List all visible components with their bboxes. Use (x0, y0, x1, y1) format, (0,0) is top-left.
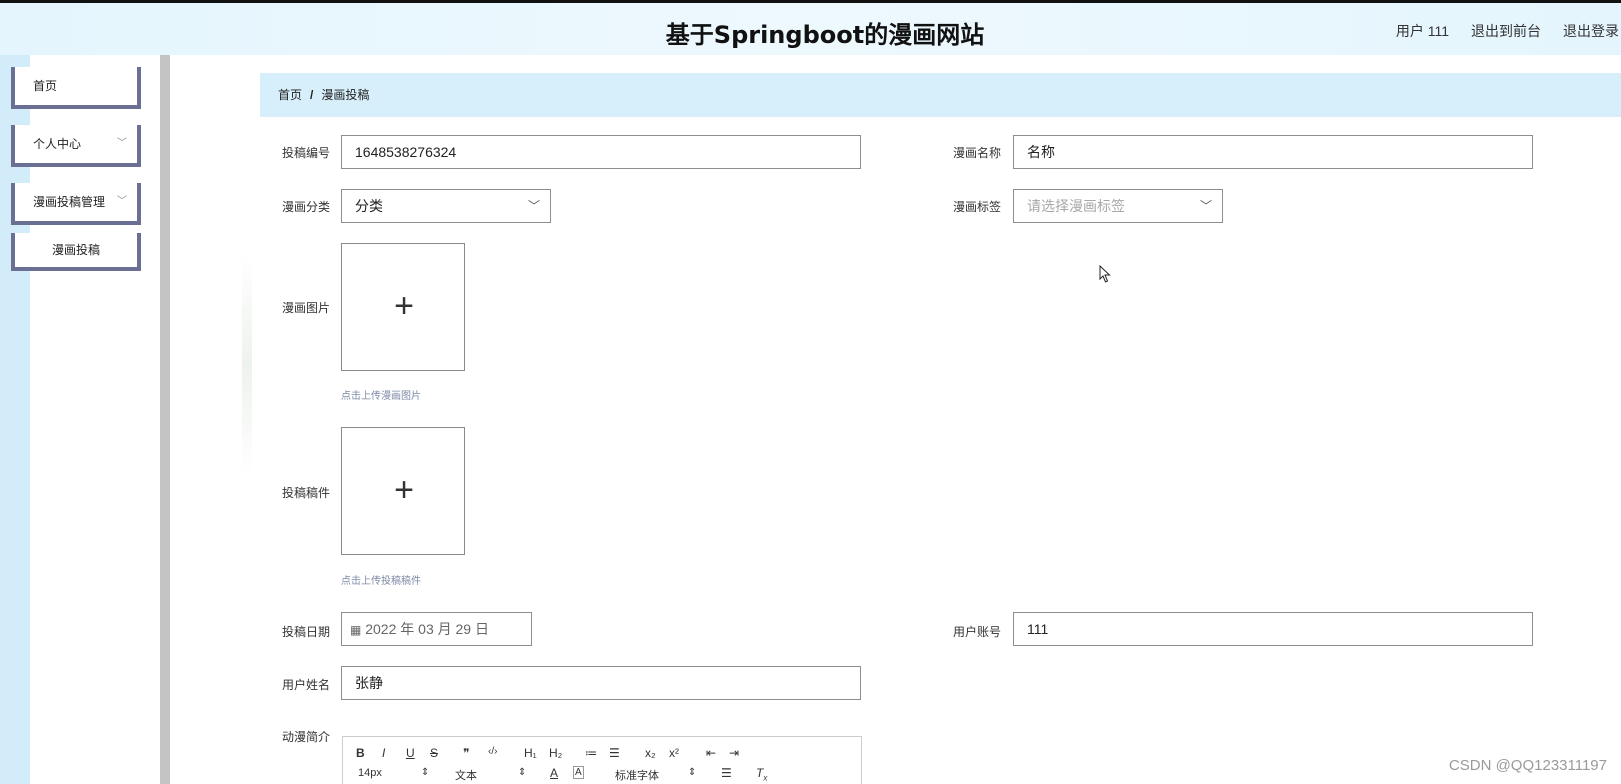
chevron-updown-icon: ⇕ (518, 767, 527, 778)
submission-no-label: 投稿编号 (281, 146, 330, 160)
content-gutter (170, 55, 252, 784)
bullet-list-button[interactable]: ☰ (609, 746, 620, 760)
sidebar-item-label: 首页 (33, 79, 58, 93)
current-user: 用户 111 (1395, 23, 1449, 39)
account-label: 用户账号 (952, 625, 1001, 639)
category-select[interactable]: 分类 ﹀ (341, 189, 551, 223)
ordered-list-button[interactable]: ≔ (585, 746, 597, 760)
tags-select[interactable]: 请选择漫画标签 ﹀ (1013, 189, 1223, 223)
submission-no-input[interactable]: 1648538276324 (341, 135, 861, 169)
font-family-select[interactable]: 标准字体 (615, 767, 659, 783)
gutter-decoration (242, 255, 252, 475)
category-value: 分类 (355, 198, 383, 214)
exit-to-front-link[interactable]: 退出到前台 (1471, 21, 1541, 41)
chevron-down-icon: ﹀ (117, 138, 127, 149)
name-input[interactable]: 张静 (341, 666, 861, 700)
plus-icon: + (394, 287, 414, 325)
comic-name-input[interactable]: 名称 (1013, 135, 1533, 169)
sidebar-item-submission-manage[interactable]: 漫画投稿管理 ﹀ (11, 183, 141, 225)
manuscript-upload-hint: 点击上传投稿稿件 (341, 576, 421, 587)
breadcrumb-home[interactable]: 首页 (278, 88, 302, 102)
name-label: 用户姓名 (281, 678, 330, 692)
sidebar: 首页 个人中心 ﹀ 漫画投稿管理 ﹀ 漫画投稿 (0, 55, 160, 784)
account-input[interactable]: 111 (1013, 612, 1533, 646)
calendar-icon: ▦ (350, 623, 362, 637)
breadcrumb: 首页 / 漫画投稿 (260, 73, 1621, 117)
sidebar-item-home[interactable]: 首页 (11, 67, 141, 109)
block-format-select[interactable]: 文本 (455, 767, 477, 783)
tags-label: 漫画标签 (952, 200, 1001, 214)
tags-placeholder: 请选择漫画标签 (1027, 198, 1125, 214)
h2-button[interactable]: H₂ (549, 746, 562, 760)
sidebar-item-label: 漫画投稿 (51, 243, 100, 257)
intro-label: 动漫简介 (281, 730, 330, 744)
date-picker[interactable]: ▦ 2022 年 03 月 29 日 (341, 612, 532, 646)
align-icon[interactable]: ☰ (721, 766, 732, 780)
watermark: CSDN @QQ123311197 (1448, 757, 1607, 774)
sidebar-item-personal-center[interactable]: 个人中心 ﹀ (11, 125, 141, 167)
code-button[interactable]: ‹/› (488, 746, 497, 757)
mouse-cursor-icon (1099, 265, 1111, 283)
image-upload-hint: 点击上传漫画图片 (341, 391, 421, 402)
breadcrumb-current: 漫画投稿 (321, 88, 370, 102)
image-label: 漫画图片 (281, 301, 330, 315)
manuscript-upload-box[interactable]: + (341, 427, 465, 555)
sidebar-item-comic-submission[interactable]: 漫画投稿 (11, 233, 141, 271)
strike-button[interactable]: S (430, 746, 438, 760)
indent-button[interactable]: ⇥ (729, 746, 739, 760)
background-color-icon[interactable]: A (573, 766, 584, 779)
sidebar-item-label: 漫画投稿管理 (33, 195, 106, 209)
comic-name-label: 漫画名称 (952, 146, 1001, 160)
superscript-button[interactable]: x² (669, 746, 679, 760)
chevron-updown-icon: ⇕ (421, 767, 430, 778)
clear-format-icon[interactable]: Tx (756, 766, 767, 782)
date-value: 2022 年 03 月 29 日 (365, 621, 489, 637)
logout-link[interactable]: 退出登录 (1563, 21, 1619, 41)
subscript-button[interactable]: x₂ (645, 746, 656, 760)
chevron-down-icon: ﹀ (1199, 199, 1212, 213)
user-links: 用户 111 退出到前台 退出登录 (1396, 21, 1619, 41)
font-color-icon[interactable]: A (550, 766, 558, 780)
rich-text-editor[interactable]: B I U S ❞ ‹/› H₁ H₂ ≔ ☰ x₂ x² ⇤ ⇥ 14px ⇕… (342, 736, 862, 784)
sidebar-item-label: 个人中心 (33, 137, 82, 151)
font-size-select[interactable]: 14px (358, 767, 382, 779)
site-title: 基于Springboot的漫画网站 (665, 21, 985, 49)
manuscript-label: 投稿稿件 (281, 486, 330, 500)
outdent-button[interactable]: ⇤ (706, 746, 716, 760)
chevron-updown-icon: ⇕ (688, 767, 697, 778)
underline-button[interactable]: U (406, 746, 415, 760)
blockquote-button[interactable]: ❞ (463, 746, 469, 760)
bold-button[interactable]: B (356, 746, 365, 760)
breadcrumb-separator: / (310, 88, 314, 102)
category-label: 漫画分类 (281, 200, 330, 214)
chevron-down-icon: ﹀ (117, 196, 127, 207)
italic-button[interactable]: I (382, 746, 385, 760)
header: 基于Springboot的漫画网站 用户 111 退出到前台 退出登录 (0, 3, 1621, 55)
sidebar-divider (160, 55, 170, 784)
h1-button[interactable]: H₁ (524, 746, 537, 760)
date-label: 投稿日期 (281, 625, 330, 639)
image-upload-box[interactable]: + (341, 243, 465, 371)
plus-icon: + (394, 471, 414, 509)
chevron-down-icon: ﹀ (527, 199, 540, 213)
